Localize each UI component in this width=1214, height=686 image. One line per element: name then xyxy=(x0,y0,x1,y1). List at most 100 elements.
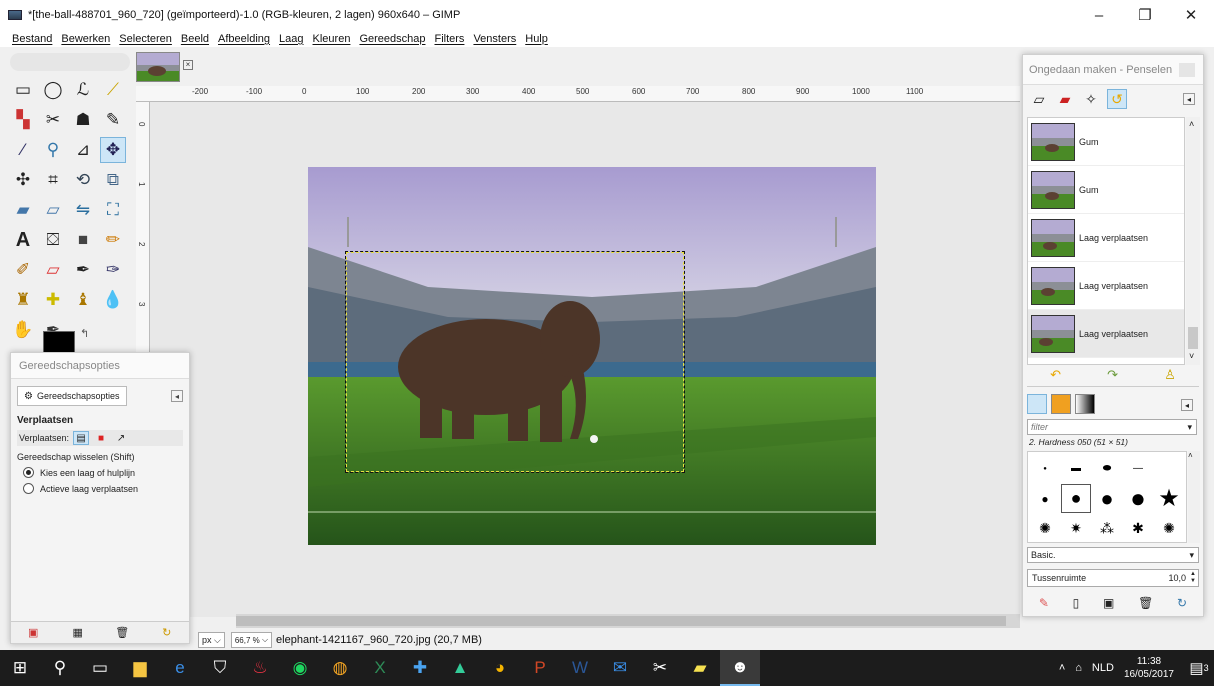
move-tool-icon[interactable]: ✥ xyxy=(100,137,126,163)
brush-filter-input[interactable]: filter ▾ xyxy=(1027,419,1197,435)
network-icon[interactable]: ⌂ xyxy=(1075,662,1082,674)
brush-item[interactable]: ★ xyxy=(1154,484,1184,513)
pencil-icon[interactable]: ✏ xyxy=(100,227,126,253)
undo-icon[interactable]: ↶ xyxy=(1050,367,1061,383)
delete-options-icon[interactable]: 🗑 xyxy=(114,626,130,639)
radio-button-unchecked[interactable] xyxy=(23,483,34,494)
fuzzy-select-icon[interactable]: ⟋ xyxy=(100,77,126,103)
menu-selecteren[interactable]: Selecteren xyxy=(119,33,172,45)
shear-icon[interactable]: ▰ xyxy=(10,197,36,223)
brush-item[interactable]: ● xyxy=(1030,454,1060,483)
foreground-select-icon[interactable]: ☗ xyxy=(70,107,96,133)
notes-app-icon[interactable]: ◍ xyxy=(320,650,360,686)
brush-item[interactable]: ⬬ xyxy=(1092,454,1122,483)
blur-icon[interactable]: 💧 xyxy=(100,287,126,313)
radio-button-checked[interactable] xyxy=(23,467,34,478)
horizontal-scrollbar[interactable] xyxy=(236,614,1020,628)
scissors-icon[interactable]: ✂ xyxy=(40,107,66,133)
redo-icon[interactable]: ↷ xyxy=(1107,367,1118,383)
rotate-icon[interactable]: ⟲ xyxy=(70,167,96,193)
brush-item[interactable]: ✺ xyxy=(1154,514,1184,543)
menu-laag[interactable]: Laag xyxy=(279,33,303,45)
bucket-fill-icon[interactable]: ⛋ xyxy=(40,227,66,253)
undo-item[interactable]: Gum xyxy=(1028,166,1184,214)
restore-button[interactable]: ❐ xyxy=(1122,0,1168,30)
word-icon[interactable]: W xyxy=(560,650,600,686)
clock[interactable]: 11:38 16/05/2017 xyxy=(1124,655,1174,681)
align-icon[interactable]: ✣ xyxy=(10,167,36,193)
mail-icon[interactable]: ✉ xyxy=(600,650,640,686)
perspective-icon[interactable]: ▱ xyxy=(40,197,66,223)
menu-bestand[interactable]: Bestand xyxy=(12,33,52,45)
brush-preset-select[interactable]: Basic. ▾ xyxy=(1027,547,1199,563)
brush-item[interactable]: ✷ xyxy=(1061,514,1091,543)
dock-close-box[interactable] xyxy=(1179,63,1195,77)
free-select-icon[interactable]: ℒ xyxy=(70,77,96,103)
chrome-icon[interactable]: ◕ xyxy=(480,650,520,686)
brushes-tab-icon[interactable] xyxy=(1027,394,1047,414)
swap-colors-icon[interactable]: ↰ xyxy=(80,327,89,340)
edge-icon[interactable]: e xyxy=(160,650,200,686)
ink-icon[interactable]: ✑ xyxy=(100,257,126,283)
dock-title[interactable]: Gereedschapsopties xyxy=(11,353,189,379)
brush-item-selected[interactable]: ● xyxy=(1061,484,1091,513)
task-view-icon[interactable]: ▭ xyxy=(80,650,120,686)
undo-tab-icon[interactable]: ↺ xyxy=(1107,89,1127,109)
sticky-notes-icon[interactable]: ▰ xyxy=(680,650,720,686)
brush-item[interactable]: ● xyxy=(1123,483,1153,513)
move-layer-icon[interactable]: ▤ xyxy=(73,431,90,445)
scrollbar-thumb[interactable] xyxy=(236,616,1006,626)
spotify-icon[interactable]: ◉ xyxy=(280,650,320,686)
paths-icon[interactable]: ✎ xyxy=(100,107,126,133)
delete-brush-icon[interactable]: 🗑 xyxy=(1138,596,1153,610)
scroll-down-icon[interactable]: ˅ xyxy=(1189,351,1194,361)
undo-item[interactable]: Gum xyxy=(1028,118,1184,166)
scroll-up-icon[interactable]: ˄ xyxy=(1189,119,1194,129)
minimize-button[interactable]: – xyxy=(1076,0,1122,30)
image-tab-thumbnail[interactable] xyxy=(136,52,180,82)
move-path-icon[interactable]: ↗ xyxy=(113,431,129,445)
language-indicator[interactable]: NLD xyxy=(1092,662,1114,674)
duplicate-brush-icon[interactable]: ▣ xyxy=(1103,596,1114,610)
text-tool-icon[interactable]: A xyxy=(10,227,36,253)
radio-pick-layer[interactable]: Kies een laag of hulplijn xyxy=(17,467,183,478)
paths-tab-icon[interactable]: ✧ xyxy=(1081,89,1101,109)
tab-menu-icon[interactable]: ◂ xyxy=(171,390,183,402)
search-icon[interactable]: ⚲ xyxy=(40,650,80,686)
tray-chevron-icon[interactable]: ˄ xyxy=(1059,662,1065,674)
scrollbar-thumb[interactable] xyxy=(1188,327,1198,349)
wilber-drop-area[interactable] xyxy=(10,53,130,71)
action-center-icon[interactable]: ▤ 3 xyxy=(1184,650,1214,686)
unit-select[interactable]: px ⌵ xyxy=(198,632,225,648)
refresh-brushes-icon[interactable]: ↻ xyxy=(1177,596,1187,610)
clear-history-icon[interactable]: ♙ xyxy=(1164,367,1176,383)
start-button-icon[interactable]: ⊞ xyxy=(0,650,40,686)
menu-vensters[interactable]: Vensters xyxy=(473,33,516,45)
move-selection-icon[interactable]: ■ xyxy=(93,431,109,445)
dock-menu-icon[interactable]: ◂ xyxy=(1183,93,1195,105)
dropdown-arrow-icon[interactable]: ▾ xyxy=(1187,420,1192,434)
spacing-slider[interactable]: Tussenruimte 10,0 ▲ ▼ xyxy=(1027,569,1199,587)
photos-icon[interactable]: ▲ xyxy=(440,650,480,686)
brush-scrollbar[interactable]: ˄ xyxy=(1188,451,1200,543)
menu-beeld[interactable]: Beeld xyxy=(181,33,209,45)
color-picker-icon[interactable]: ⁄ xyxy=(10,137,36,163)
menu-hulp[interactable]: Hulp xyxy=(525,33,548,45)
cage-icon[interactable]: ⛶ xyxy=(100,197,126,223)
eraser-icon[interactable]: ▱ xyxy=(40,257,66,283)
ellipse-select-icon[interactable]: ◯ xyxy=(40,77,66,103)
tab-tool-options[interactable]: ⚙ Gereedschapsopties xyxy=(17,386,127,406)
brush-item[interactable]: ● xyxy=(1092,484,1122,513)
undo-dock-title-bar[interactable]: Ongedaan maken - Penselen xyxy=(1023,55,1203,85)
smudge-icon[interactable]: ✋ xyxy=(10,317,36,343)
undo-item[interactable]: Laag verplaatsen xyxy=(1028,214,1184,262)
measure-icon[interactable]: ⊿ xyxy=(70,137,96,163)
color-select-icon[interactable]: ▚ xyxy=(10,107,36,133)
menu-afbeelding[interactable]: Afbeelding xyxy=(218,33,270,45)
reset-options-icon[interactable]: ↻ xyxy=(159,626,175,639)
layers-tab-icon[interactable]: ▱ xyxy=(1029,89,1049,109)
excel-icon[interactable]: X xyxy=(360,650,400,686)
gimp-taskbar-icon[interactable]: ☻ xyxy=(720,650,760,686)
menu-filters[interactable]: Filters xyxy=(434,33,464,45)
clone-icon[interactable]: ♜ xyxy=(10,287,36,313)
